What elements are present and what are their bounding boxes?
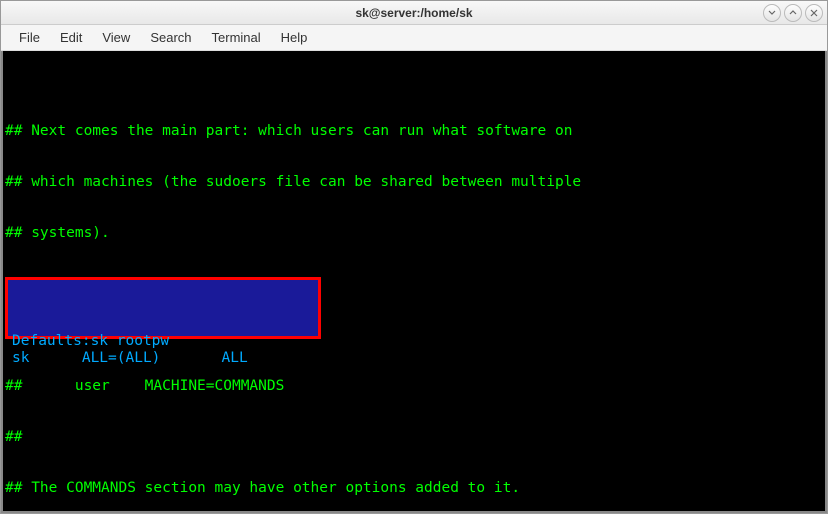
window-controls xyxy=(763,4,823,22)
terminal-line: ## systems). xyxy=(5,225,823,242)
terminal-area[interactable]: ## Next comes the main part: which users… xyxy=(1,51,827,513)
highlight-line-1: Defaults:sk rootpw xyxy=(12,333,169,349)
menu-file[interactable]: File xyxy=(9,26,50,49)
close-button[interactable] xyxy=(805,4,823,22)
terminal-line: ## Next comes the main part: which users… xyxy=(5,123,823,140)
menu-edit[interactable]: Edit xyxy=(50,26,92,49)
maximize-button[interactable] xyxy=(784,4,802,22)
minimize-icon xyxy=(767,8,777,18)
menu-terminal[interactable]: Terminal xyxy=(202,26,271,49)
titlebar: sk@server:/home/sk xyxy=(1,1,827,25)
minimize-button[interactable] xyxy=(763,4,781,22)
terminal-line: ## xyxy=(5,429,823,446)
menubar: File Edit View Search Terminal Help xyxy=(1,25,827,51)
close-icon xyxy=(809,8,819,18)
menu-search[interactable]: Search xyxy=(140,26,201,49)
sudoers-highlight-box: Defaults:sk rootpw sk ALL=(ALL) ALL xyxy=(5,277,321,339)
terminal-line: ## which machines (the sudoers file can … xyxy=(5,174,823,191)
highlight-content: Defaults:sk rootpw sk ALL=(ALL) ALL xyxy=(8,314,318,369)
terminal-window: sk@server:/home/sk File Edit View Search… xyxy=(0,0,828,514)
menu-help[interactable]: Help xyxy=(271,26,318,49)
window-title: sk@server:/home/sk xyxy=(355,6,472,20)
maximize-icon xyxy=(788,8,798,18)
highlight-line-2: sk ALL=(ALL) ALL xyxy=(12,350,248,366)
menu-view[interactable]: View xyxy=(92,26,140,49)
terminal-line: ## The COMMANDS section may have other o… xyxy=(5,480,823,497)
